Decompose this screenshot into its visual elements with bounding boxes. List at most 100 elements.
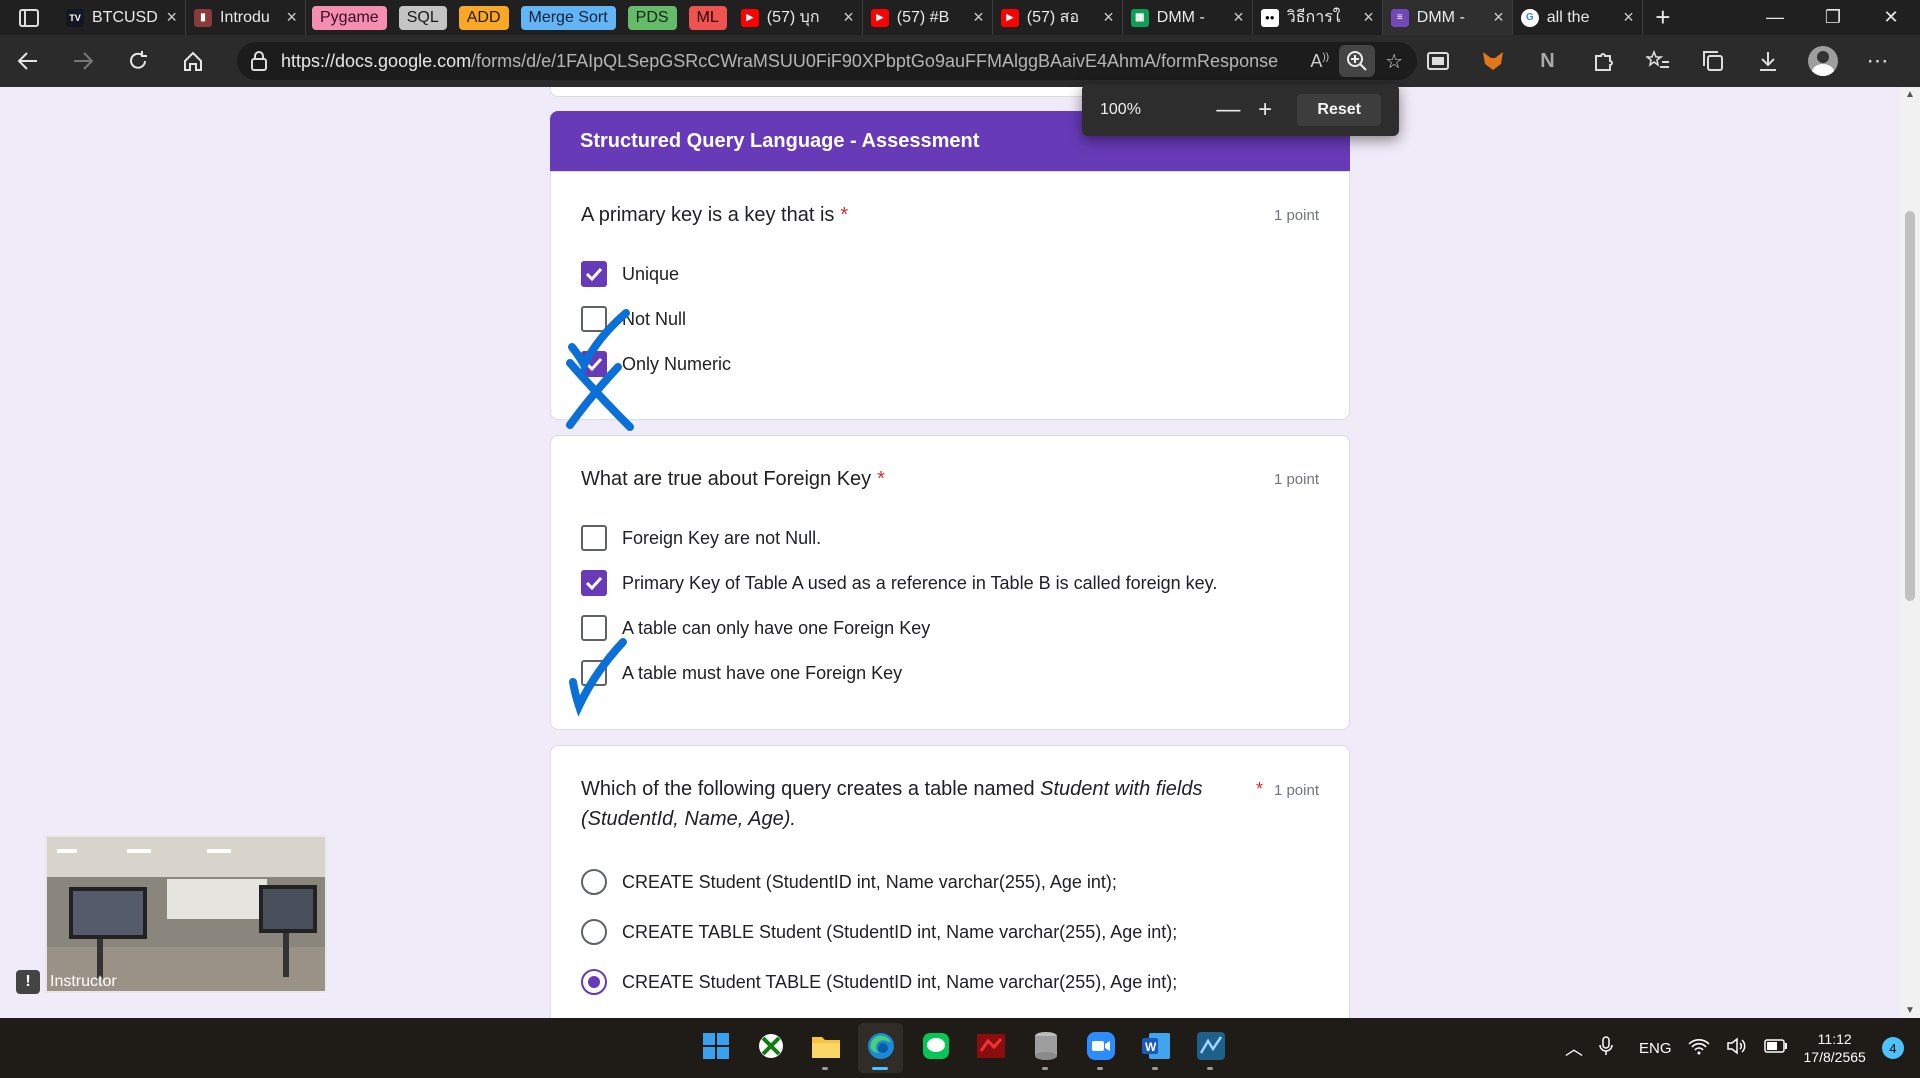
radio-unchecked[interactable] [581,919,607,945]
refresh-button[interactable] [110,35,165,87]
database-taskbar-button[interactable] [1023,1023,1068,1073]
refresh-icon [129,51,147,69]
file-explorer-taskbar-button[interactable] [803,1023,848,1073]
edge-taskbar-button[interactable] [858,1023,903,1073]
option-fk-not-null[interactable]: Foreign Key are not Null. [581,525,821,551]
zoom-reset-button[interactable]: Reset [1297,94,1381,126]
tab-group-chip[interactable]: SQL [398,5,447,30]
back-button[interactable] [0,35,55,87]
checkbox-unchecked[interactable] [581,660,607,686]
home-button[interactable] [165,35,220,87]
browser-tab[interactable]: TV BTCUSD × [58,0,186,35]
downloads-button[interactable] [1740,35,1795,87]
wifi-icon[interactable] [1687,1037,1710,1059]
close-tab-icon[interactable]: × [1103,7,1114,28]
scroll-down-arrow[interactable]: ▼ [1900,1005,1920,1016]
windows-start-taskbar-button[interactable] [693,1023,738,1073]
metamask-extension[interactable] [1465,35,1520,87]
page-scrollbar[interactable]: ▲ ▼ [1900,87,1920,1018]
checkbox-checked[interactable] [581,570,607,596]
browser-tab[interactable]: ▮ Introdu × [186,0,306,35]
workbench-taskbar-button[interactable] [1188,1023,1233,1073]
xbox-taskbar-button[interactable] [748,1023,793,1073]
option-fk-only-one[interactable]: A table can only have one Foreign Key [581,615,930,641]
section-title: Structured Query Language - Assessment [580,129,980,152]
tab-actions-button[interactable] [0,0,58,35]
profile-button[interactable] [1795,35,1850,87]
radio-checked[interactable] [581,969,607,995]
zoom-button[interactable] [1339,45,1376,77]
tab-group-chip[interactable]: Pygame [312,5,387,30]
download-icon [1759,52,1776,71]
line-taskbar-button[interactable] [913,1023,958,1073]
settings-more-button[interactable]: ⋯ [1850,35,1905,87]
browser-tab[interactable]: Gall the × [1513,0,1643,35]
forward-button[interactable] [55,35,110,87]
zoom-in-icon [1347,51,1367,71]
extensions-button[interactable] [1575,35,1630,87]
option-not-null[interactable]: Not Null [581,306,686,332]
checkbox-unchecked[interactable] [581,615,607,641]
browser-tab-bar: TV BTCUSD × ▮ Introdu × Pygame SQL ADD Merge Sort… [0,0,1920,35]
zoom-in-button[interactable]: + [1247,96,1284,124]
read-aloud-icon[interactable]: A)) [1310,51,1329,72]
browser-tab[interactable]: ▶ (57) บุก × [733,0,863,35]
option-fk-must-have[interactable]: A table must have one Foreign Key [581,660,902,686]
close-tab-icon[interactable]: × [1623,7,1634,28]
scroll-up-arrow[interactable]: ▲ [1900,89,1920,100]
add-favorite-icon[interactable]: ☆ [1385,49,1403,74]
option-create-table-student[interactable]: CREATE TABLE Student (StudentID int, Nam… [581,919,1177,945]
tab-actions-icon [19,8,39,27]
system-tray: ︿ ENG 11:12 17/8/2565 4 [1565,1018,1904,1078]
browser-tab[interactable]: ▦ DMM - × [1123,0,1253,35]
option-only-numeric[interactable]: Only Numeric [581,351,731,377]
checkbox-checked[interactable] [581,351,607,377]
tab-group-chip[interactable]: ML [688,5,727,30]
picture-in-picture-button[interactable] [1410,35,1465,87]
address-bar[interactable]: https://docs.google.com/forms/d/e/1FAIpQ… [237,42,1417,80]
radio-unchecked[interactable] [581,869,607,895]
volume-icon[interactable] [1726,1037,1748,1059]
browser-tab[interactable]: ▶ (57) สอ × [993,0,1123,35]
close-tab-icon[interactable]: × [1363,7,1374,28]
checkbox-unchecked[interactable] [581,525,607,551]
battery-icon[interactable] [1763,1039,1788,1057]
close-window-button[interactable]: ✕ [1862,0,1920,35]
browser-tab[interactable]: ●● วิธีการใ × [1253,0,1383,35]
zoom-out-button[interactable]: — [1210,96,1247,124]
word-taskbar-button[interactable]: W [1133,1023,1178,1073]
required-asterisk: * [840,204,849,226]
tab-group-chip[interactable]: PDS [627,5,677,30]
close-tab-icon[interactable]: × [973,7,984,28]
restore-button[interactable]: ❐ [1804,0,1862,35]
language-indicator[interactable]: ENG [1639,1040,1672,1057]
checkbox-unchecked[interactable] [581,306,607,332]
notion-extension[interactable]: N [1520,35,1575,87]
option-create-student-table[interactable]: CREATE Student TABLE (StudentID int, Nam… [581,969,1177,995]
tab-group-chip[interactable]: Merge Sort [520,5,616,30]
option-unique[interactable]: Unique [581,261,679,287]
close-tab-icon[interactable]: × [166,7,177,28]
close-tab-icon[interactable]: × [286,7,297,28]
close-tab-icon[interactable]: × [843,7,854,28]
clock[interactable]: 11:12 17/8/2565 [1804,1030,1866,1066]
scrollbar-thumb[interactable] [1905,211,1915,601]
browser-tab[interactable]: ▶ (57) #B × [863,0,993,35]
option-create-student[interactable]: CREATE Student (StudentID int, Name varc… [581,869,1117,895]
app-red-taskbar-button[interactable] [968,1023,1013,1073]
close-tab-icon[interactable]: × [1233,7,1244,28]
tab-title: all the [1546,8,1590,26]
tab-group-chip[interactable]: ADD [458,5,509,30]
notification-badge[interactable]: 4 [1881,1037,1904,1059]
new-tab-button[interactable]: + [1643,2,1683,33]
chevron-up-icon[interactable]: ︿ [1565,1035,1583,1061]
zoom-taskbar-button[interactable] [1078,1023,1123,1073]
minimize-button[interactable]: — [1746,0,1804,35]
option-fk-reference[interactable]: Primary Key of Table A used as a referen… [581,570,1217,596]
checkbox-checked[interactable] [581,261,607,287]
collections-button[interactable] [1685,35,1740,87]
favorites-button[interactable] [1630,35,1685,87]
browser-tab[interactable]: ≡ DMM - × [1382,0,1513,35]
microphone-icon[interactable] [1599,1036,1613,1060]
close-tab-icon[interactable]: × [1493,7,1504,28]
